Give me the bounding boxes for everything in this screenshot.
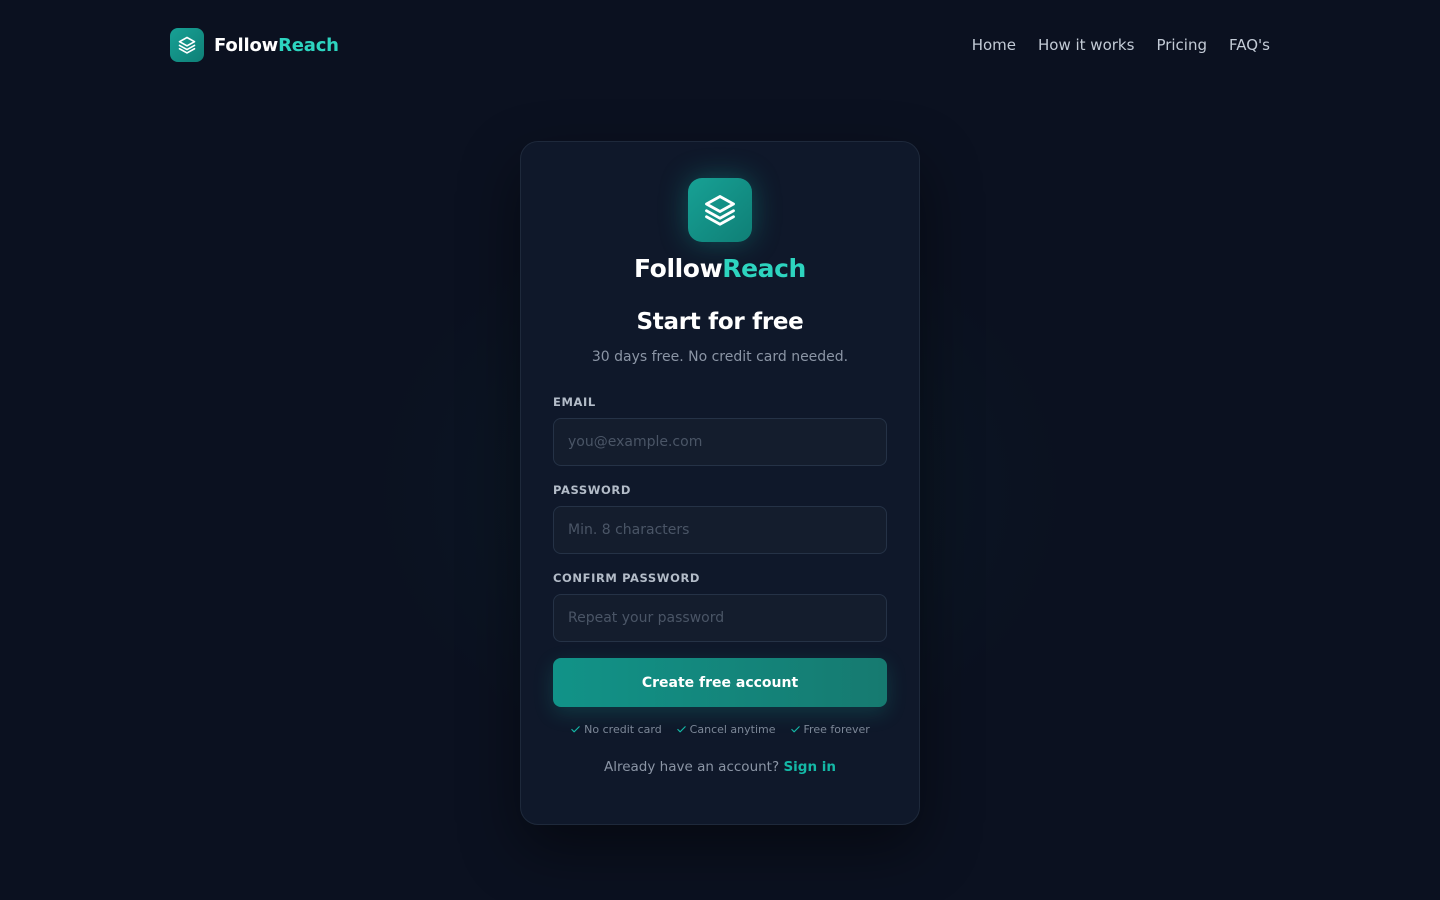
nav-link-how-it-works[interactable]: How it works xyxy=(1038,36,1134,54)
signup-card: FollowReach Start for free 30 days free.… xyxy=(520,141,920,825)
signin-prompt-text: Already have an account? xyxy=(603,759,780,775)
password-label: PASSWORD xyxy=(553,483,631,497)
confirm-password-label: CONFIRM PASSWORD xyxy=(553,571,701,585)
email-field[interactable] xyxy=(553,418,887,466)
check-icon xyxy=(790,724,801,735)
nav-link-pricing[interactable]: Pricing xyxy=(1156,36,1207,54)
nav-link-home[interactable]: Home xyxy=(972,36,1016,54)
signin-prompt: Already have an account? Sign in xyxy=(553,759,887,775)
create-account-button[interactable]: Create free account xyxy=(553,658,887,707)
card-brand-name: FollowReach xyxy=(634,254,806,283)
page-title: Start for free xyxy=(636,309,804,335)
layers-icon xyxy=(688,178,752,242)
page-subtitle: 30 days free. No credit card needed. xyxy=(591,349,849,365)
brand-name: FollowReach xyxy=(214,34,339,56)
perk-item: No credit card xyxy=(570,723,662,736)
perk-label: Cancel anytime xyxy=(689,723,776,736)
confirm-password-field[interactable] xyxy=(553,594,887,642)
password-field[interactable] xyxy=(553,506,887,554)
top-navigation: FollowReach Home How it works Pricing FA… xyxy=(170,28,1270,62)
signin-link[interactable]: Sign in xyxy=(783,759,836,775)
layers-icon xyxy=(170,28,204,62)
check-icon xyxy=(676,724,687,735)
check-icon xyxy=(570,724,581,735)
perk-item: Cancel anytime xyxy=(676,723,776,736)
nav-links: Home How it works Pricing FAQ's xyxy=(972,36,1270,54)
nav-link-faqs[interactable]: FAQ's xyxy=(1229,36,1270,54)
perk-label: Free forever xyxy=(803,723,870,736)
signup-form: EMAIL PASSWORD CONFIRM PASSWORD Create f… xyxy=(553,395,887,707)
perks-list: No credit card Cancel anytime Free forev… xyxy=(553,723,887,736)
brand-logo-link[interactable]: FollowReach xyxy=(170,28,339,62)
email-label: EMAIL xyxy=(553,395,596,409)
perk-label: No credit card xyxy=(584,723,662,736)
perk-item: Free forever xyxy=(790,723,870,736)
